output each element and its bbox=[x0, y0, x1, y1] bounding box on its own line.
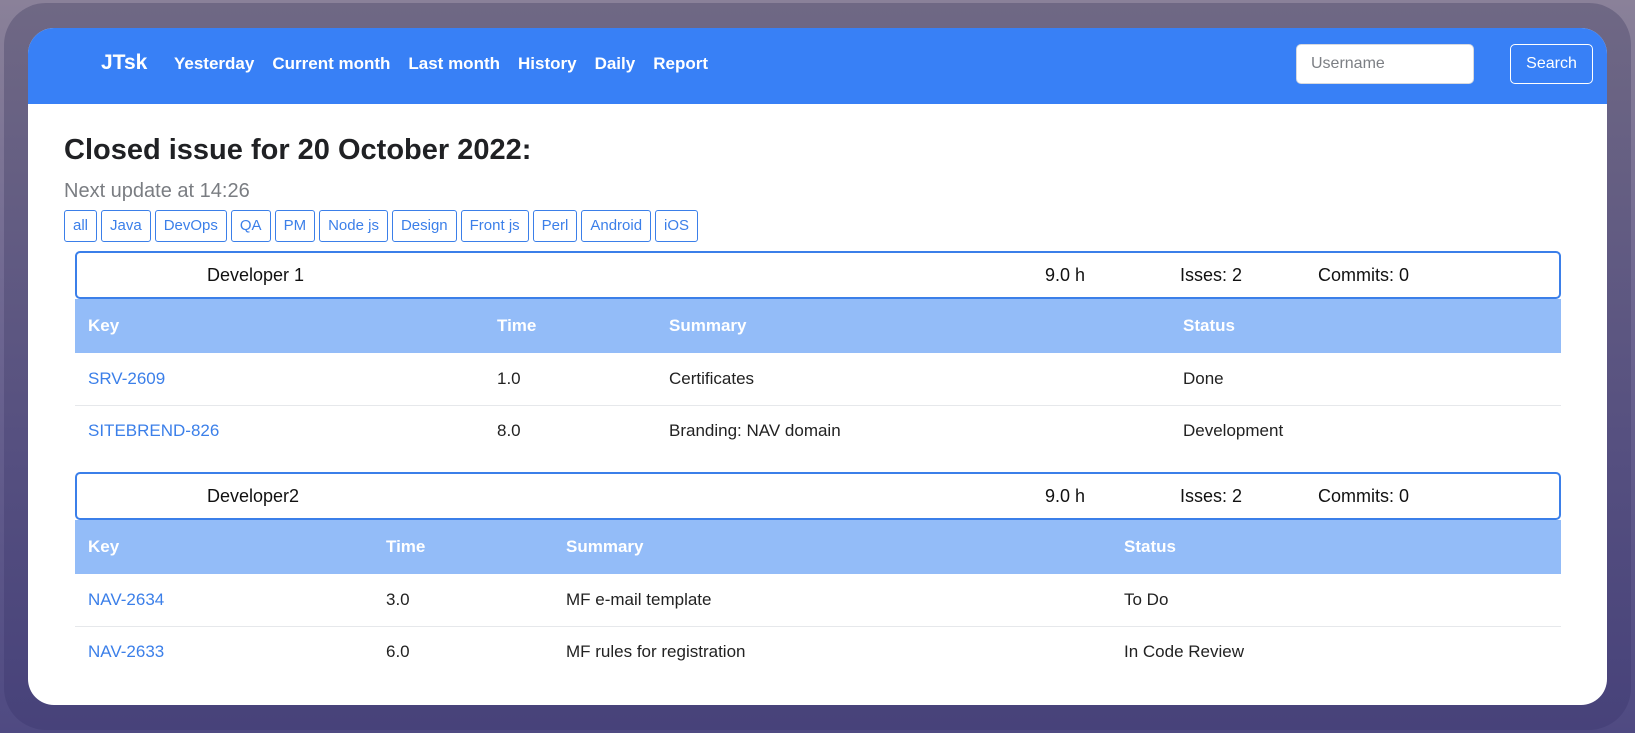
developer-issues-count: Isses: 2 bbox=[1180, 486, 1243, 506]
table-row: NAV-2633 6.0 MF rules for registration I… bbox=[75, 626, 1561, 678]
issue-status: To Do bbox=[1111, 574, 1561, 627]
issue-key-link[interactable]: NAV-2633 bbox=[88, 642, 164, 661]
issue-summary: Certificates bbox=[656, 353, 1170, 406]
filter-java-button[interactable]: Java bbox=[101, 210, 151, 242]
nav-link-current-month[interactable]: Current month bbox=[272, 54, 390, 74]
developer-commits-count: Commits: 0 bbox=[1318, 265, 1410, 285]
developer-header[interactable]: Developer 1 9.0 h Isses: 2 Commits: 0 bbox=[75, 251, 1561, 299]
browser-window: JTsk Yesterday Current month Last month … bbox=[28, 28, 1607, 705]
issue-time: 8.0 bbox=[497, 421, 521, 441]
filter-android-button[interactable]: Android bbox=[581, 210, 652, 242]
column-header-key: Key bbox=[75, 520, 373, 574]
filter-frontjs-button[interactable]: Front js bbox=[460, 210, 529, 242]
filter-nodejs-button[interactable]: Node js bbox=[319, 210, 388, 242]
issue-status: Development bbox=[1183, 421, 1284, 441]
issues-table: Key Time Summary Status NAV-2634 3.0 MF … bbox=[75, 520, 1561, 678]
issue-time: 3.0 bbox=[373, 574, 553, 627]
nav-links: Yesterday Current month Last month Histo… bbox=[174, 54, 708, 74]
issue-summary: Branding: NAV domain bbox=[669, 421, 841, 441]
issue-time: 6.0 bbox=[386, 642, 410, 662]
filter-perl-button[interactable]: Perl bbox=[532, 210, 578, 242]
developer-hours: 9.0 h bbox=[1045, 265, 1086, 285]
issue-status: Done bbox=[1170, 353, 1561, 406]
nav-link-report[interactable]: Report bbox=[653, 54, 708, 74]
table-header-row: Key Time Summary Status bbox=[75, 299, 1561, 353]
issues-table: Key Time Summary Status SRV-2609 1.0 Cer… bbox=[75, 299, 1561, 457]
filter-qa-button[interactable]: QA bbox=[230, 210, 271, 242]
page-title: Closed issue for 20 October 2022: bbox=[64, 134, 532, 166]
nav-link-daily[interactable]: Daily bbox=[595, 54, 636, 74]
issue-summary: MF rules for registration bbox=[566, 642, 746, 662]
issue-key-link[interactable]: NAV-2634 bbox=[88, 590, 164, 609]
column-header-summary: Summary bbox=[656, 299, 1170, 353]
table-row: NAV-2634 3.0 MF e-mail template To Do bbox=[75, 574, 1561, 627]
developer-block: Developer 1 9.0 h Isses: 2 Commits: 0 Ke… bbox=[75, 251, 1561, 457]
nav-link-history[interactable]: History bbox=[518, 54, 577, 74]
filter-ios-button[interactable]: iOS bbox=[655, 210, 699, 242]
next-update-text: Next update at 14:26 bbox=[64, 180, 250, 202]
issue-status: In Code Review bbox=[1124, 642, 1245, 662]
developer-commits-count: Commits: 0 bbox=[1318, 486, 1410, 506]
filter-design-button[interactable]: Design bbox=[391, 210, 457, 242]
nav-link-last-month[interactable]: Last month bbox=[408, 54, 500, 74]
nav-link-yesterday[interactable]: Yesterday bbox=[174, 54, 254, 74]
username-search-input[interactable] bbox=[1296, 44, 1474, 84]
issue-summary: MF e-mail template bbox=[553, 574, 1111, 627]
issue-key-link[interactable]: SRV-2609 bbox=[88, 369, 165, 388]
column-header-status: Status bbox=[1111, 520, 1561, 574]
issue-key-link[interactable]: SITEBREND-826 bbox=[88, 421, 219, 440]
developer-name: Developer 1 bbox=[207, 265, 305, 285]
column-header-key: Key bbox=[75, 299, 484, 353]
search-button[interactable]: Search bbox=[1510, 44, 1593, 84]
issue-time: 1.0 bbox=[484, 353, 656, 406]
developer-header[interactable]: Developer2 9.0 h Isses: 2 Commits: 0 bbox=[75, 472, 1561, 520]
filter-pm-button[interactable]: PM bbox=[274, 210, 316, 242]
column-header-time: Time bbox=[484, 299, 656, 353]
column-header-status: Status bbox=[1170, 299, 1561, 353]
table-header-row: Key Time Summary Status bbox=[75, 520, 1561, 574]
table-row: SRV-2609 1.0 Certificates Done bbox=[75, 353, 1561, 406]
developer-name: Developer2 bbox=[207, 486, 300, 506]
brand-logo[interactable]: JTsk bbox=[101, 51, 147, 75]
navbar: JTsk Yesterday Current month Last month … bbox=[28, 28, 1607, 104]
developer-hours: 9.0 h bbox=[1045, 486, 1086, 506]
column-header-time: Time bbox=[373, 520, 553, 574]
team-filter-bar: all Java DevOps QA PM Node js Design Fro… bbox=[64, 210, 699, 242]
filter-all-button[interactable]: all bbox=[64, 210, 98, 242]
table-row: SITEBREND-826 8.0 Branding: NAV domain D… bbox=[75, 405, 1561, 457]
filter-devops-button[interactable]: DevOps bbox=[154, 210, 227, 242]
developer-issues-count: Isses: 2 bbox=[1180, 265, 1243, 285]
developer-block: Developer2 9.0 h Isses: 2 Commits: 0 Key… bbox=[75, 472, 1561, 678]
column-header-summary: Summary bbox=[553, 520, 1111, 574]
